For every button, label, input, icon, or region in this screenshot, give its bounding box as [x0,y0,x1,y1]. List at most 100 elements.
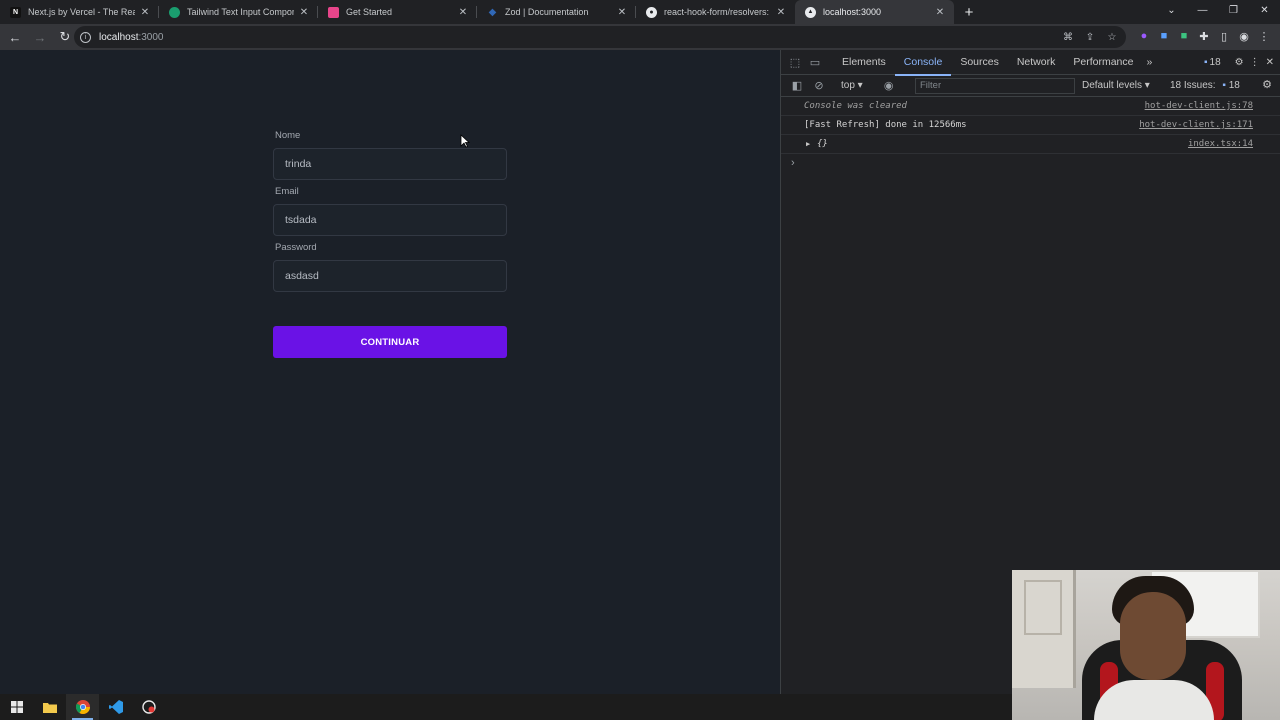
back-icon[interactable]: ← [4,26,26,48]
site-info-icon[interactable]: i [80,31,91,43]
tab-title: Zod | Documentation [505,7,589,17]
close-tab-icon[interactable]: ✕ [457,7,469,18]
vscode-icon [108,700,123,714]
email-input[interactable]: tsdada [273,204,507,236]
settings-gear-icon[interactable]: ⚙ [1235,53,1244,71]
log-source-link[interactable]: index.tsx:14 [1188,135,1253,153]
console-log-line: ▶ {} index.tsx:14 [781,135,1280,154]
tab-elements[interactable]: Elements [833,50,895,75]
screen: N Next.js by Vercel - The React Framewor… [0,0,1280,720]
new-tab-button[interactable]: + [954,0,984,24]
address-bar[interactable]: i localhost:3000 ⌘ ⇪ ☆ [74,26,1126,48]
recorder-icon [141,700,156,714]
tab-title: react-hook-form/resolvers: ▣ V [664,6,771,17]
restore-icon[interactable]: ❐ [1218,0,1249,20]
browser-tab-nextjs[interactable]: N Next.js by Vercel - The React Framewor… [0,0,159,24]
console-log-line: [Fast Refresh] done in 12566ms hot-dev-c… [781,116,1280,135]
github-icon: ● [646,6,657,18]
taskbar-chrome[interactable] [66,694,99,720]
live-expression-eye-icon[interactable]: ◉ [879,76,899,96]
log-source-link[interactable]: hot-dev-client.js:78 [1145,97,1253,115]
console-filter-input[interactable]: Filter [915,78,1075,94]
clear-console-icon[interactable]: ⊘ [809,76,829,96]
nome-input[interactable]: trinda [273,148,507,180]
tailwind-favicon-icon [169,6,180,18]
extensions-area: ● ■ ■ ✚ ▯ ◉ ⋮ [1136,26,1272,46]
close-tab-icon[interactable]: ✕ [298,7,310,18]
console-settings-gear-icon[interactable]: ⚙ [1262,78,1272,91]
log-source-link[interactable]: hot-dev-client.js:171 [1139,116,1253,134]
door-panel [1024,580,1062,635]
tab-console[interactable]: Console [894,50,952,76]
windows-logo-icon [10,701,23,713]
close-window-icon[interactable]: ✕ [1249,0,1280,20]
translate-icon[interactable]: ⌘ [1060,29,1076,45]
more-tabs-button[interactable]: » [1142,50,1156,75]
tab-network[interactable]: Network [1008,50,1065,75]
close-tab-icon[interactable]: ✕ [934,7,946,18]
extension-icon[interactable]: ■ [1176,26,1192,46]
inspect-element-icon[interactable]: ⬚ [785,52,805,72]
browser-tab-zod[interactable]: ◆ Zod | Documentation ✕ [477,0,636,24]
taskbar-recorder-app[interactable] [132,694,165,720]
tab-title: Get Started [346,7,393,17]
taskbar-vscode[interactable] [99,694,132,720]
chrome-icon [75,700,90,714]
minimize-icon[interactable]: — [1187,0,1218,20]
background-door [1012,570,1076,688]
browser-menu-icon[interactable]: ⋮ [1256,26,1272,46]
browser-tab-github[interactable]: ● react-hook-form/resolvers: ▣ V ✕ [636,0,795,24]
nextjs-favicon-icon: N [10,6,21,18]
share-icon[interactable]: ⇪ [1082,29,1098,45]
sidebar-toggle-icon[interactable]: ◧ [787,76,807,96]
start-button[interactable] [0,694,33,720]
bookmark-star-icon[interactable]: ☆ [1104,29,1120,45]
zod-diamond-icon: ◆ [488,6,497,18]
close-tab-icon[interactable]: ✕ [616,7,628,18]
message-count[interactable]: 18 [1210,53,1221,71]
taskbar-file-explorer[interactable] [33,694,66,720]
tab-search-icon[interactable]: ⌄ [1156,0,1187,20]
mouse-cursor-icon [460,134,470,148]
tab-sources[interactable]: Sources [951,50,1008,75]
continuar-button[interactable]: CONTINUAR [273,326,507,358]
close-tab-icon[interactable]: ✕ [139,7,151,18]
tab-title: localhost:3000 [823,7,882,17]
log-message: [Fast Refresh] done in 12566ms [804,120,967,130]
tab-title: Next.js by Vercel - The React Framework [28,7,135,17]
forward-icon[interactable]: → [29,26,51,48]
browser-tab-strip: N Next.js by Vercel - The React Framewor… [0,0,1280,24]
browser-tab-get-started[interactable]: Get Started ✕ [318,0,477,24]
reload-icon[interactable]: ↻ [54,26,76,48]
devtools-menu-icon[interactable]: ⋮ [1250,53,1260,71]
side-panel-icon[interactable]: ▯ [1216,26,1232,46]
tab-title: Tailwind Text Input Components [187,7,294,17]
signup-form: Nome trinda Email tsdada Password asdasd… [273,129,507,358]
log-levels-dropdown[interactable]: Default levels ▾ [1082,78,1150,94]
email-label: Email [275,186,299,197]
browser-tab-localhost[interactable]: ▲ localhost:3000 ✕ [795,0,954,24]
window-controls: ⌄ — ❐ ✕ [1156,0,1280,24]
close-devtools-icon[interactable]: ✕ [1266,53,1274,71]
tab-performance[interactable]: Performance [1064,50,1142,75]
devtools-actions: ▪ 18 ⚙ ⋮ ✕ [1204,53,1274,71]
device-toolbar-icon[interactable]: ▭ [805,52,825,72]
browser-tab-tailwind[interactable]: Tailwind Text Input Components ✕ [159,0,318,24]
console-toolbar: ◧ ⊘ top ▾ ◉ Filter Default levels ▾ 18 I… [781,75,1280,97]
extensions-puzzle-icon[interactable]: ✚ [1196,26,1212,46]
extension-icon[interactable]: ■ [1156,26,1172,46]
log-object[interactable]: {} [817,139,828,149]
folder-icon [42,703,57,713]
extension-icon[interactable]: ● [1136,26,1152,46]
message-icon[interactable]: ▪ [1204,53,1208,71]
issues-counter[interactable]: 18 Issues: ▪ 18 [1170,78,1240,94]
context-selector[interactable]: top ▾ [841,80,863,91]
close-tab-icon[interactable]: ✕ [775,7,787,18]
person-face [1120,592,1186,680]
profile-avatar-icon[interactable]: ◉ [1236,26,1252,46]
password-input[interactable]: asdasd [273,260,507,292]
url-port: :3000 [138,31,164,43]
windows-taskbar [0,694,1012,720]
console-prompt[interactable]: › [781,154,1280,173]
expand-triangle-icon[interactable]: ▶ [806,135,810,153]
